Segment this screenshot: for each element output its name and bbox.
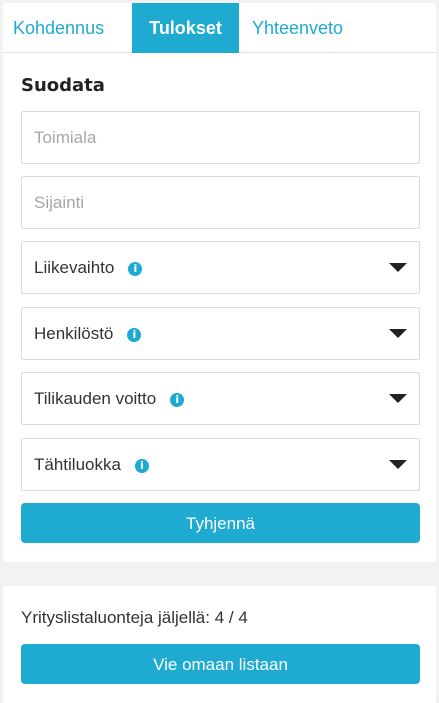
caret-down-icon bbox=[389, 460, 407, 469]
info-icon[interactable]: i bbox=[170, 393, 185, 407]
export-to-list-button[interactable]: Vie omaan listaan bbox=[21, 644, 420, 684]
location-input[interactable] bbox=[22, 177, 419, 228]
filter-panel: Kohdennus Tulokset Yhteenveto Suodata Li… bbox=[3, 3, 436, 562]
location-field bbox=[21, 176, 420, 229]
tab-kohdennus[interactable]: Kohdennus bbox=[13, 3, 104, 53]
info-icon[interactable]: i bbox=[134, 459, 149, 473]
star-rating-select[interactable]: Tähtiluokka i bbox=[21, 438, 420, 491]
industry-field bbox=[21, 111, 420, 164]
caret-down-icon bbox=[389, 394, 407, 403]
list-panel: Yrityslistaluonteja jäljellä: 4 / 4 Vie … bbox=[3, 586, 436, 703]
remaining-lists-text: Yrityslistaluonteja jäljellä: 4 / 4 bbox=[21, 608, 248, 627]
profit-select-label: Tilikauden voitto i bbox=[34, 373, 185, 424]
info-icon[interactable]: i bbox=[127, 328, 142, 342]
filter-title: Suodata bbox=[21, 75, 105, 96]
tab-yhteenveto[interactable]: Yhteenveto bbox=[252, 3, 343, 53]
tab-tulokset[interactable]: Tulokset bbox=[132, 3, 239, 53]
revenue-select-label: Liikevaihto i bbox=[34, 242, 143, 293]
caret-down-icon bbox=[389, 329, 407, 338]
industry-input[interactable] bbox=[22, 112, 419, 163]
staff-select[interactable]: Henkilöstö i bbox=[21, 307, 420, 360]
clear-button[interactable]: Tyhjennä bbox=[21, 503, 420, 543]
staff-select-label: Henkilöstö i bbox=[34, 308, 142, 359]
star-rating-select-label: Tähtiluokka i bbox=[34, 439, 149, 490]
caret-down-icon bbox=[389, 263, 407, 272]
tab-bar: Kohdennus Tulokset Yhteenveto bbox=[3, 3, 436, 53]
revenue-select[interactable]: Liikevaihto i bbox=[21, 241, 420, 294]
info-icon[interactable]: i bbox=[128, 262, 143, 276]
profit-select[interactable]: Tilikauden voitto i bbox=[21, 372, 420, 425]
